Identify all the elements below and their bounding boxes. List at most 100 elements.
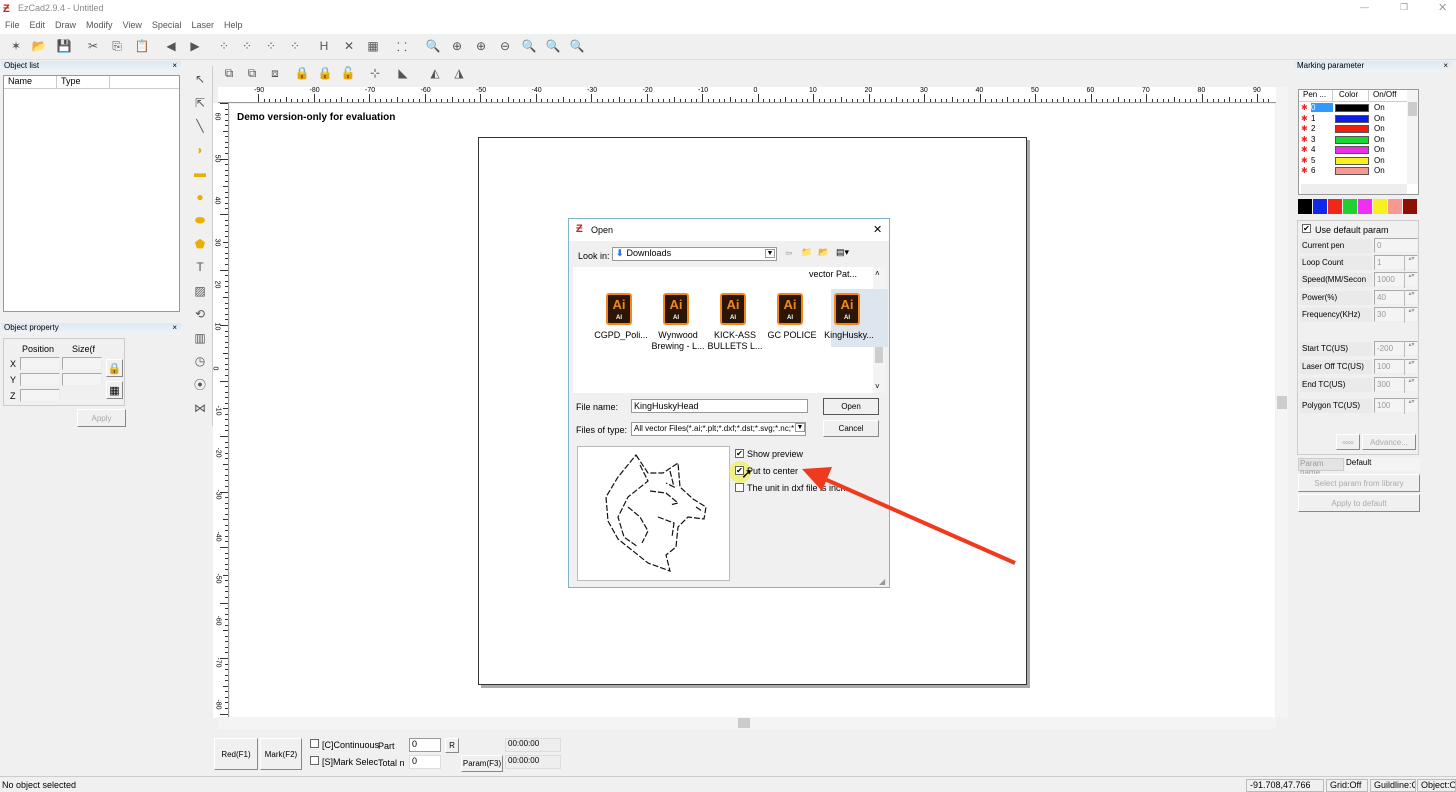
pen-row[interactable]: ✱5On xyxy=(1299,156,1407,167)
file-item-name[interactable]: KingHusky... xyxy=(819,330,879,341)
bitmap-icon[interactable]: ▨ xyxy=(191,282,209,300)
apply-to-default-button[interactable]: Apply to default xyxy=(1298,494,1420,512)
pen-row[interactable]: ✱3On xyxy=(1299,135,1407,146)
mirror-v-icon[interactable]: ◮ xyxy=(450,64,468,82)
param-input[interactable]: 0 xyxy=(1374,238,1418,253)
curve-icon[interactable]: ◗ xyxy=(191,141,209,159)
palette-color-swatch[interactable] xyxy=(1343,199,1357,214)
grid-anchor-icon[interactable]: ▦ xyxy=(106,381,123,399)
object-status[interactable]: Object:Off xyxy=(1417,779,1456,792)
new-file-icon[interactable]: ✶ xyxy=(7,37,25,55)
menu-edit[interactable]: Edit xyxy=(25,18,51,32)
select-icon[interactable]: ↖ xyxy=(191,70,209,88)
close-icon[interactable]: × xyxy=(1443,61,1448,70)
barcode-icon[interactable]: ▥ xyxy=(191,329,209,347)
small-settings-button[interactable]: ∞∞ xyxy=(1336,434,1360,450)
red-button[interactable]: Red(F1) xyxy=(214,738,258,770)
pen-row[interactable]: ✱2On xyxy=(1299,124,1407,135)
select-4-icon[interactable]: ⁘ xyxy=(286,37,304,55)
unit-inch-checkbox[interactable] xyxy=(735,483,744,492)
unlock-icon[interactable]: 🔓 xyxy=(339,64,357,82)
horizontal-scrollbar[interactable] xyxy=(218,717,1276,729)
ai-file-icon[interactable]: AiAI xyxy=(663,293,689,325)
palette-color-swatch[interactable] xyxy=(1298,199,1312,214)
menu-view[interactable]: View xyxy=(118,18,147,32)
folder-item[interactable]: vector Pat... xyxy=(809,269,857,279)
column-color[interactable]: Color xyxy=(1333,90,1369,101)
part-input[interactable]: 0 xyxy=(409,738,441,752)
copy-icon[interactable]: ⎘ xyxy=(108,37,126,55)
mark-select-checkbox[interactable] xyxy=(310,756,319,765)
zoom-out-icon[interactable]: ⊖ xyxy=(496,37,514,55)
use-default-checkbox[interactable]: ✔ xyxy=(1302,224,1311,233)
file-item-name[interactable]: Wynwood xyxy=(648,330,708,341)
advance-button[interactable]: Advance... xyxy=(1362,434,1416,450)
up-folder-icon[interactable]: 📁 xyxy=(801,247,812,258)
save-icon[interactable]: 💾 xyxy=(55,37,73,55)
text-icon[interactable]: T xyxy=(191,258,209,276)
line-icon[interactable]: ╲ xyxy=(191,117,209,135)
object-list[interactable]: Name Type xyxy=(3,75,180,312)
ai-file-icon[interactable]: AiAI xyxy=(606,293,632,325)
close-icon[interactable]: ✕ xyxy=(873,223,882,236)
grid-status[interactable]: Grid:Off xyxy=(1326,779,1368,792)
file-item-name[interactable]: CGPD_Poli... xyxy=(591,330,651,341)
ai-file-icon[interactable]: AiAI xyxy=(777,293,803,325)
guideline-status[interactable]: Guildline:Off xyxy=(1370,779,1416,792)
apply-button[interactable]: Apply xyxy=(77,409,126,427)
cut-icon[interactable]: ✂ xyxy=(84,37,102,55)
node-icon[interactable]: ⸬ xyxy=(393,37,411,55)
mark-button[interactable]: Mark(F2) xyxy=(260,738,302,770)
total-input[interactable]: 0 xyxy=(409,755,441,769)
spinner-icon[interactable]: ▴▾ xyxy=(1404,255,1418,271)
close-icon[interactable]: ✕ xyxy=(1438,1,1447,14)
ellipse-icon[interactable]: ⬬ xyxy=(191,211,209,229)
column-pen[interactable]: Pen ... xyxy=(1299,90,1333,101)
zoom-all-icon[interactable]: 🔍 xyxy=(520,37,538,55)
encoder-icon[interactable]: ⋈ xyxy=(191,399,209,417)
polygon-icon[interactable]: ⬟ xyxy=(191,235,209,253)
palette-color-swatch[interactable] xyxy=(1403,199,1417,214)
pen-list-vscrollbar[interactable] xyxy=(1407,90,1418,184)
rectangle-icon[interactable]: ▬ xyxy=(191,164,209,182)
undo-icon[interactable]: ◀ xyxy=(162,37,180,55)
pen-row[interactable]: ✱6On xyxy=(1299,166,1407,177)
resize-grip-icon[interactable]: ◢ xyxy=(879,577,885,586)
node-edit-icon[interactable]: ⇱ xyxy=(191,94,209,112)
io-port-icon[interactable]: ⦿ xyxy=(191,376,209,394)
close-icon[interactable]: × xyxy=(172,323,177,332)
column-type[interactable]: Type xyxy=(57,76,110,88)
menu-laser[interactable]: Laser xyxy=(186,18,219,32)
zoom-select-icon[interactable]: 🔍 xyxy=(568,37,586,55)
column-name[interactable]: Name xyxy=(4,76,57,88)
pen-row[interactable]: ✱0On xyxy=(1299,103,1407,114)
menu-draw[interactable]: Draw xyxy=(50,18,81,32)
back-icon[interactable]: ⇦ xyxy=(785,248,793,259)
tools-icon[interactable]: ✕ xyxy=(340,37,358,55)
select-param-library-button[interactable]: Select param from library xyxy=(1298,474,1420,492)
look-in-select[interactable]: ⬇Downloads ▼ xyxy=(612,247,777,261)
ai-file-icon[interactable]: AiAI xyxy=(834,293,860,325)
pen-list[interactable]: Pen ... Color On/Off ✱0On✱1On✱2On✱3On✱4O… xyxy=(1298,89,1419,195)
cancel-button[interactable]: Cancel xyxy=(823,420,879,437)
palette-color-swatch[interactable] xyxy=(1358,199,1372,214)
minimize-icon[interactable]: — xyxy=(1360,2,1369,12)
select-3-icon[interactable]: ⁘ xyxy=(262,37,280,55)
continuous-checkbox[interactable] xyxy=(310,739,319,748)
position-y-input[interactable] xyxy=(20,373,60,386)
param-name-input[interactable]: Default xyxy=(1345,458,1420,471)
spinner-icon[interactable]: ▴▾ xyxy=(1404,307,1418,323)
menu-help[interactable]: Help xyxy=(219,18,248,32)
menu-special[interactable]: Special xyxy=(147,18,187,32)
spinner-icon[interactable]: ▴▾ xyxy=(1404,272,1418,288)
ungroup-icon[interactable]: ⧉ xyxy=(243,64,261,82)
param-table-icon[interactable]: ▦ xyxy=(364,37,382,55)
pen-row[interactable]: ✱4On xyxy=(1299,145,1407,156)
position-z-input[interactable] xyxy=(20,389,60,402)
file-name-input[interactable]: KingHuskyHead xyxy=(631,399,808,413)
file-item-name[interactable]: GC POLICE xyxy=(762,330,822,341)
spinner-icon[interactable]: ▴▾ xyxy=(1404,290,1418,306)
lock-icon[interactable]: 🔒 xyxy=(106,359,123,377)
lock-2-icon[interactable]: 🔒 xyxy=(316,64,334,82)
reset-part-button[interactable]: R xyxy=(445,738,459,753)
